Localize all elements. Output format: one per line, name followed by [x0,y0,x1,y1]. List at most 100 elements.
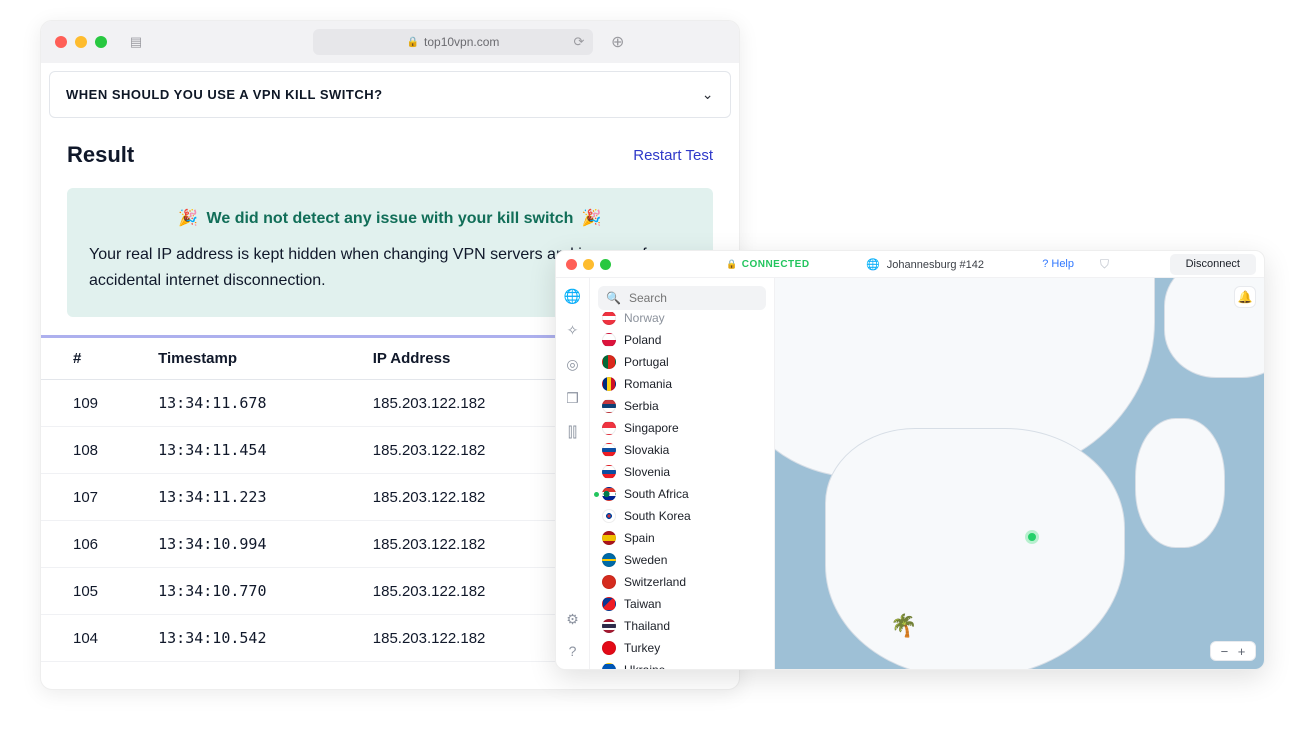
country-item[interactable]: Romania [590,373,774,395]
bell-icon[interactable]: 🔔 [1234,286,1256,308]
server-pin[interactable] [1025,530,1039,544]
country-item[interactable]: Thailand [590,615,774,637]
cell-num: 104 [41,615,132,662]
country-label: Ukraine [624,663,665,669]
restart-test-link[interactable]: Restart Test [633,147,713,164]
flag-icon [602,553,616,567]
help-circle-icon[interactable]: ? [565,643,581,659]
safari-titlebar: ▤ 🔒 top10vpn.com ⟳ ⊕ [41,21,739,63]
country-item[interactable]: Poland [590,329,774,351]
banner-title-text: We did not detect any issue with your ki… [207,210,574,227]
cell-ip: 185.203.122.182 [347,427,568,474]
flag-icon [602,377,616,391]
vpn-country-panel: 🔍 Norway Poland Portugal Romania Serbia Singa… [590,278,775,669]
country-label: Poland [624,333,661,347]
accordion-title: WHEN SHOULD YOU USE A VPN KILL SWITCH? [66,87,383,102]
search-icon: 🔍 [606,291,621,305]
palm-icon: 🌴 [890,613,917,639]
minimize-icon[interactable] [75,36,87,48]
flag-icon [602,663,616,669]
cell-timestamp: 13:34:10.542 [132,615,347,662]
country-label: Slovenia [624,465,670,479]
layers-icon[interactable]: ❒ [565,390,581,406]
gear-icon[interactable]: ⚙ [565,611,581,627]
search-input[interactable] [627,290,786,306]
cell-num: 107 [41,474,132,521]
connected-badge: 🔒 CONNECTED [726,259,810,270]
url-host: top10vpn.com [424,35,499,49]
zoom-out-button[interactable]: − [1221,644,1229,659]
country-item[interactable]: Switzerland [590,571,774,593]
server-location[interactable]: 🌐 Johannesburg #142 [866,258,984,271]
cell-timestamp: 13:34:10.994 [132,521,347,568]
cell-ip: 185.203.122.182 [347,521,568,568]
party-icon: 🎉 [582,208,602,228]
download-icon[interactable]: ⊕ [611,32,624,52]
cell-num: 108 [41,427,132,474]
flag-icon [602,531,616,545]
globe-icon[interactable]: 🌐 [565,288,581,304]
mesh-icon[interactable]: ✧ [565,322,581,338]
col-timestamp: Timestamp [132,337,347,380]
accordion-kill-switch[interactable]: WHEN SHOULD YOU USE A VPN KILL SWITCH? ⌄ [49,71,731,118]
country-item[interactable]: Serbia [590,395,774,417]
country-label: Turkey [624,641,660,655]
target-icon[interactable]: ◎ [565,356,581,372]
vpn-window: 🔒 CONNECTED 🌐 Johannesburg #142 ? Help ⛉… [555,250,1265,670]
close-icon[interactable] [55,36,67,48]
country-label: Spain [624,531,655,545]
flag-icon [602,575,616,589]
country-label: Portugal [624,355,669,369]
country-label: South Africa [624,487,689,501]
country-label: Sweden [624,553,667,567]
vpn-sidebar-rail: 🌐 ✧ ◎ ❒ ⫿⫿ ⚙ ? [556,278,590,669]
country-item[interactable]: Spain [590,527,774,549]
country-item[interactable]: Singapore [590,417,774,439]
country-label: Switzerland [624,575,686,589]
country-label: Slovakia [624,443,669,457]
country-label: Norway [624,312,665,325]
country-item[interactable]: South Korea [590,505,774,527]
url-bar[interactable]: 🔒 top10vpn.com ⟳ [313,29,593,55]
country-item[interactable]: Norway [590,312,774,329]
minimize-icon[interactable] [583,259,594,270]
stats-icon[interactable]: ⫿⫿ [565,424,581,440]
maximize-icon[interactable] [95,36,107,48]
zoom-in-button[interactable]: + [1238,644,1246,659]
country-item[interactable]: Slovakia [590,439,774,461]
country-item[interactable]: Portugal [590,351,774,373]
help-link[interactable]: ? Help [1042,258,1074,270]
globe-icon: 🌐 [866,259,880,271]
close-icon[interactable] [566,259,577,270]
country-item[interactable]: South Africa [590,483,774,505]
country-label: Serbia [624,399,659,413]
zoom-control[interactable]: − + [1210,641,1256,661]
country-item[interactable]: Turkey [590,637,774,659]
cell-timestamp: 13:34:10.770 [132,568,347,615]
vpn-map[interactable]: 🌴 🔔 − + [775,278,1264,669]
flag-icon [602,641,616,655]
country-item[interactable]: Taiwan [590,593,774,615]
shield-icon[interactable]: ⛉ [1100,257,1109,272]
maximize-icon[interactable] [600,259,611,270]
flag-icon [602,509,616,523]
flag-icon [602,487,616,501]
party-icon: 🎉 [178,208,198,228]
cell-timestamp: 13:34:11.223 [132,474,347,521]
reload-icon[interactable]: ⟳ [570,33,588,51]
search-field[interactable]: 🔍 [598,286,766,310]
flag-icon [602,597,616,611]
country-item[interactable]: Ukraine [590,659,774,669]
country-item[interactable]: Slovenia [590,461,774,483]
lock-icon: 🔒 [407,37,419,48]
disconnect-button[interactable]: Disconnect [1170,254,1256,275]
flag-icon [602,355,616,369]
country-item[interactable]: Sweden [590,549,774,571]
flag-icon [602,312,616,325]
country-label: Taiwan [624,597,661,611]
vpn-titlebar: 🔒 CONNECTED 🌐 Johannesburg #142 ? Help ⛉… [556,251,1264,278]
flag-icon [602,421,616,435]
cell-timestamp: 13:34:11.454 [132,427,347,474]
sidebar-toggle-icon[interactable]: ▤ [127,33,145,51]
flag-icon [602,333,616,347]
